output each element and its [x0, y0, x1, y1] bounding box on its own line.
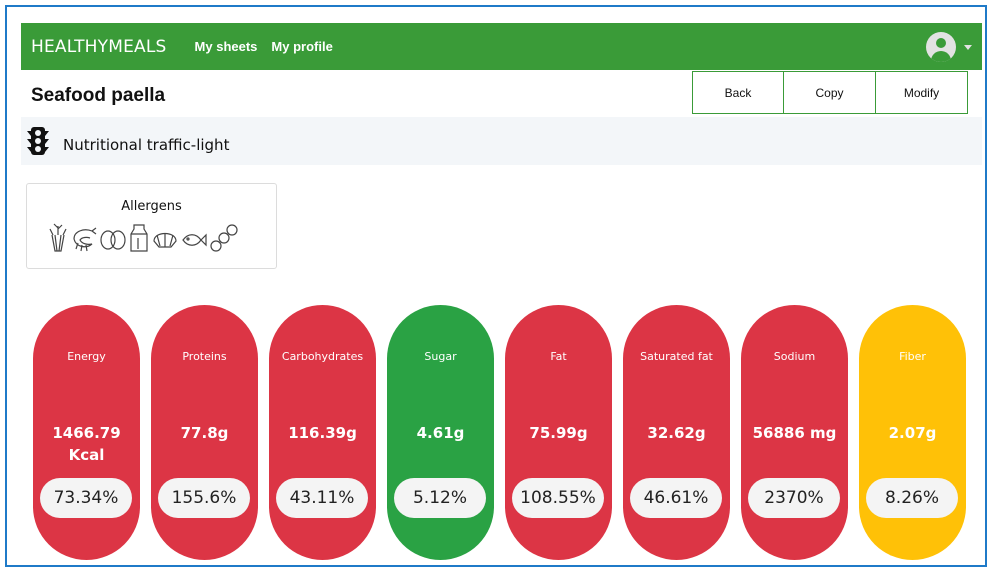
brand-logo[interactable]: HEALTHYMEALS [31, 37, 167, 57]
nutrient-pill-fat: Fat 75.99g 108.55% [505, 305, 612, 560]
nutrient-pill-energy: Energy 1466.79 Kcal 73.34% [33, 305, 140, 560]
nutrient-value: 4.61g [416, 424, 465, 442]
nutrient-percent: 5.12% [394, 478, 486, 518]
nutrient-label: Carbohydrates [281, 350, 364, 363]
nutrient-pill-saturated-fat: Saturated fat 32.62g 46.61% [623, 305, 730, 560]
allergen-icon-list [47, 222, 239, 254]
allergens-title: Allergens [121, 199, 182, 214]
copy-button[interactable]: Copy [784, 71, 876, 114]
nutrient-pill-sugar: Sugar 4.61g 5.12% [387, 305, 494, 560]
nutrient-percent: 8.26% [866, 478, 958, 518]
nutrient-value: 116.39g [288, 424, 357, 442]
celery-icon [49, 223, 67, 252]
egg-icon [100, 230, 126, 250]
nutrient-percent: 43.11% [276, 478, 368, 518]
nutrient-pill-proteins: Proteins 77.8g 155.6% [151, 305, 258, 560]
nutrient-value: 56886 mg [752, 424, 837, 442]
user-circle-icon[interactable] [926, 32, 956, 62]
nutrient-label: Proteins [182, 350, 227, 363]
crustacean-icon [73, 227, 97, 252]
nutrient-percent: 46.61% [630, 478, 722, 518]
allergens-card: Allergens [26, 183, 277, 269]
back-button[interactable]: Back [692, 71, 784, 114]
nutrient-label: Fat [550, 350, 567, 363]
nutrient-percent: 2370% [748, 478, 840, 518]
nutrient-label: Sugar [424, 350, 457, 363]
nutrient-pill-carbohydrates: Carbohydrates 116.39g 43.11% [269, 305, 376, 560]
nutrient-label: Sodium [773, 350, 816, 363]
traffic-light-label: Nutritional traffic-light [63, 136, 230, 154]
nutrient-value: 77.8g [180, 424, 229, 442]
nutrient-label: Fiber [899, 350, 926, 363]
nav-my-sheets[interactable]: My sheets [195, 39, 258, 54]
traffic-light-icon [27, 127, 49, 155]
page-title: Seafood paella [31, 85, 166, 106]
nutrient-value: 32.62g [647, 424, 706, 442]
traffic-light-section: Nutritional traffic-light [21, 117, 982, 165]
nutrient-value: 75.99g [529, 424, 588, 442]
nutrient-percent: 73.34% [40, 478, 132, 518]
fish-icon [182, 233, 207, 247]
sulphite-icon [210, 224, 238, 252]
nutrient-value: 2.07g [888, 424, 937, 442]
nav-my-profile[interactable]: My profile [271, 39, 332, 54]
action-buttons: Back Copy Modify [692, 71, 968, 114]
nutrient-percent: 155.6% [158, 478, 250, 518]
modify-button[interactable]: Modify [876, 71, 968, 114]
navbar: HEALTHYMEALS My sheets My profile [21, 23, 982, 70]
nutrient-percent: 108.55% [512, 478, 604, 518]
nutrient-pill-sodium: Sodium 56886 mg 2370% [741, 305, 848, 560]
nutrient-value: 1466.79 Kcal [52, 424, 121, 464]
mollusc-icon [153, 232, 177, 248]
nutrient-label: Saturated fat [640, 350, 713, 363]
chevron-down-icon[interactable] [964, 45, 972, 50]
nutrient-pill-fiber: Fiber 2.07g 8.26% [859, 305, 966, 560]
milk-icon [130, 224, 148, 252]
nutrient-label: Energy [67, 350, 106, 363]
